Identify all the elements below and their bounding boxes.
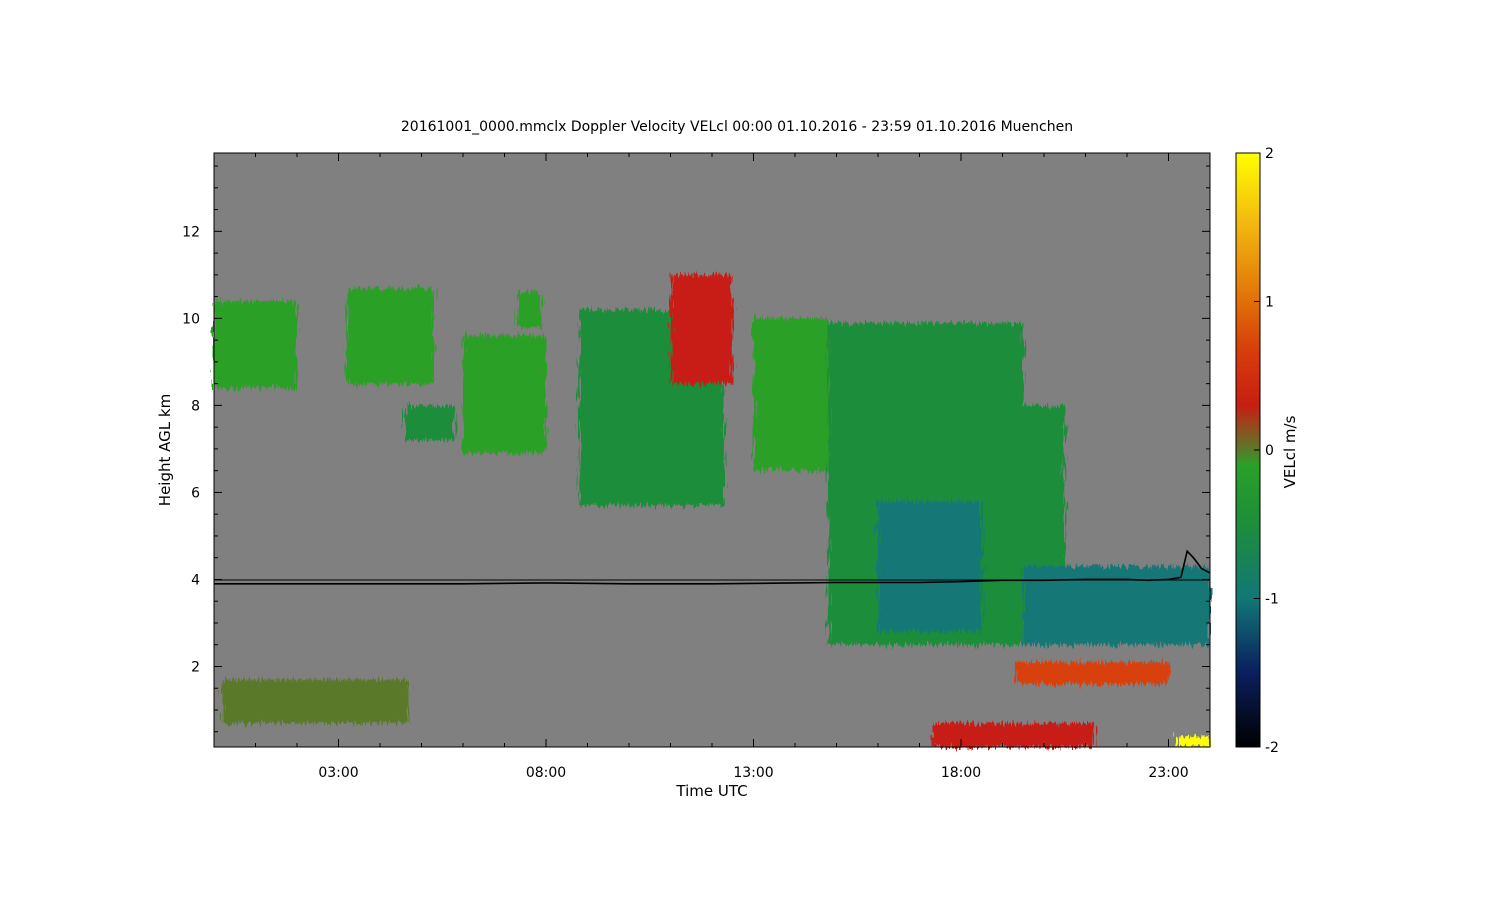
echo-region-0 [214,300,297,388]
y-tick-label: 4 [191,572,200,588]
chart-title: 20161001_0000.mmclx Doppler Velocity VEL… [401,119,1073,135]
echo-region-12 [1014,662,1169,684]
colorbar-label: VELcl m/s [1281,415,1299,488]
colorbar-tick-label: 1 [1265,295,1274,311]
echo-region-10 [1002,405,1065,567]
colorbar-tick-label: 2 [1265,146,1274,162]
echo-region-2 [404,405,455,441]
x-tick-label: 23:00 [1148,765,1188,781]
y-tick-label: 10 [182,311,200,327]
x-tick-label: 08:00 [526,765,566,781]
echo-region-15 [1176,736,1210,747]
colorbar-tick-label: 0 [1265,443,1274,459]
y-tick-label: 2 [191,659,200,675]
y-tick-label: 6 [191,485,200,501]
x-tick-label: 03:00 [318,765,358,781]
echo-region-1 [346,287,434,384]
echo-region-7 [753,318,829,471]
echo-region-9 [878,501,982,632]
colorbar-tick-label: -2 [1265,740,1279,756]
echo-region-13 [222,679,410,724]
y-tick-label: 12 [182,224,200,240]
x-tick-label: 13:00 [733,765,773,781]
echo-region-14 [931,723,1094,747]
echo-region-4 [516,292,542,328]
radar-chart: 20161001_0000.mmclx Doppler Velocity VEL… [156,119,1299,800]
colorbar-tick-label: -1 [1265,592,1279,608]
echo-region-3 [463,335,546,454]
y-axis-label: Height AGL km [156,394,174,506]
y-tick-label: 8 [191,398,200,414]
echo-region-6 [670,274,733,384]
x-axis-label: Time UTC [675,782,747,800]
x-tick-label: 18:00 [941,765,981,781]
echo-region-11 [1023,566,1210,645]
